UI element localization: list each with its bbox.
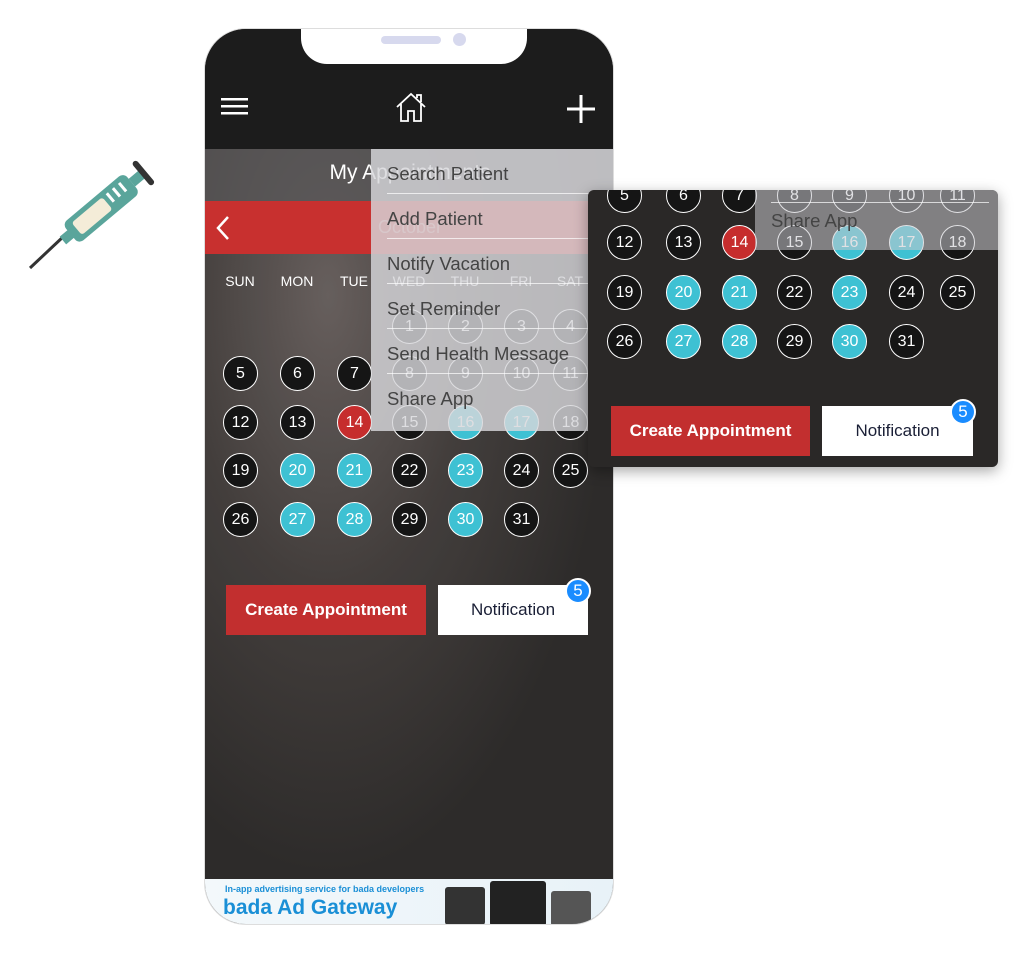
- calendar-day[interactable]: 6: [280, 356, 315, 391]
- home-icon[interactable]: [395, 91, 427, 123]
- day-of-week-mon: MON: [280, 273, 314, 289]
- calendar-day[interactable]: 13: [666, 225, 701, 260]
- create-appointment-button[interactable]: Create Appointment: [226, 585, 426, 635]
- calendar-day[interactable]: 7: [337, 356, 372, 391]
- calendar-day[interactable]: 24: [504, 453, 539, 488]
- phone-frame: My Appointments October SUNMONTUEWEDTHUF…: [204, 28, 614, 925]
- calendar-day[interactable]: 29: [777, 324, 812, 359]
- calendar-day[interactable]: 14: [337, 405, 372, 440]
- calendar-day[interactable]: 28: [337, 502, 372, 537]
- calendar-day[interactable]: 20: [666, 275, 701, 310]
- calendar-day[interactable]: 5: [223, 356, 258, 391]
- day-of-week-sun: SUN: [225, 273, 255, 289]
- calendar-day[interactable]: 21: [337, 453, 372, 488]
- calendar-day[interactable]: 12: [607, 225, 642, 260]
- zoomed-detail-card: 5678910111213141516171819202122232425262…: [588, 190, 998, 467]
- ad-banner[interactable]: In-app advertising service for bada deve…: [205, 879, 613, 924]
- calendar-day[interactable]: 23: [832, 275, 867, 310]
- hamburger-icon[interactable]: [221, 97, 249, 117]
- calendar-day[interactable]: 28: [722, 324, 757, 359]
- calendar-day[interactable]: 29: [392, 502, 427, 537]
- menu-item-send-health-message[interactable]: Send Health Message: [387, 329, 601, 374]
- calendar-day[interactable]: 22: [392, 453, 427, 488]
- notification-badge: 5: [565, 578, 591, 604]
- calendar-day[interactable]: 23: [448, 453, 483, 488]
- dropdown-menu: Search Patient Add Patient Notify Vacati…: [371, 149, 613, 431]
- calendar-day[interactable]: 6: [666, 190, 701, 213]
- calendar-day[interactable]: 27: [666, 324, 701, 359]
- ad-tagline: In-app advertising service for bada deve…: [225, 884, 425, 894]
- calendar-day[interactable]: 14: [722, 225, 757, 260]
- menu-item-share-app[interactable]: Share App: [771, 210, 857, 232]
- menu-overlay: Share App: [755, 190, 998, 250]
- phone-notch: [301, 29, 527, 64]
- menu-item-search-patient[interactable]: Search Patient: [387, 149, 601, 194]
- calendar-day[interactable]: 12: [223, 405, 258, 440]
- calendar-day[interactable]: 5: [607, 190, 642, 213]
- syringe-icon: [28, 160, 155, 270]
- menu-item-notify-vacation[interactable]: Notify Vacation: [387, 239, 601, 284]
- ad-device-image: [551, 891, 591, 924]
- calendar-day[interactable]: 31: [504, 502, 539, 537]
- ad-device-image: [490, 881, 546, 924]
- calendar-day[interactable]: 24: [889, 275, 924, 310]
- calendar-day[interactable]: 30: [832, 324, 867, 359]
- calendar-day[interactable]: 21: [722, 275, 757, 310]
- calendar-day[interactable]: 22: [777, 275, 812, 310]
- calendar-day[interactable]: 19: [223, 453, 258, 488]
- menu-item-share-app[interactable]: Share App: [387, 374, 601, 419]
- notification-badge: 5: [950, 399, 976, 425]
- calendar-day[interactable]: 25: [940, 275, 975, 310]
- calendar-day[interactable]: 26: [607, 324, 642, 359]
- calendar-day[interactable]: 25: [553, 453, 588, 488]
- calendar-day[interactable]: 30: [448, 502, 483, 537]
- calendar-day[interactable]: 19: [607, 275, 642, 310]
- plus-icon[interactable]: [567, 95, 595, 123]
- menu-item-set-reminder[interactable]: Set Reminder: [387, 284, 601, 329]
- calendar-day[interactable]: 26: [223, 502, 258, 537]
- ad-device-image: [445, 887, 485, 924]
- create-appointment-button[interactable]: Create Appointment: [611, 406, 810, 456]
- calendar-day[interactable]: 13: [280, 405, 315, 440]
- calendar-day[interactable]: 31: [889, 324, 924, 359]
- ad-title: bada Ad Gateway: [223, 896, 398, 919]
- menu-item-add-patient[interactable]: Add Patient: [387, 194, 601, 239]
- camera: [453, 33, 466, 46]
- calendar-day[interactable]: 20: [280, 453, 315, 488]
- calendar-day[interactable]: 27: [280, 502, 315, 537]
- speaker: [381, 36, 441, 44]
- calendar-day[interactable]: 7: [722, 190, 757, 213]
